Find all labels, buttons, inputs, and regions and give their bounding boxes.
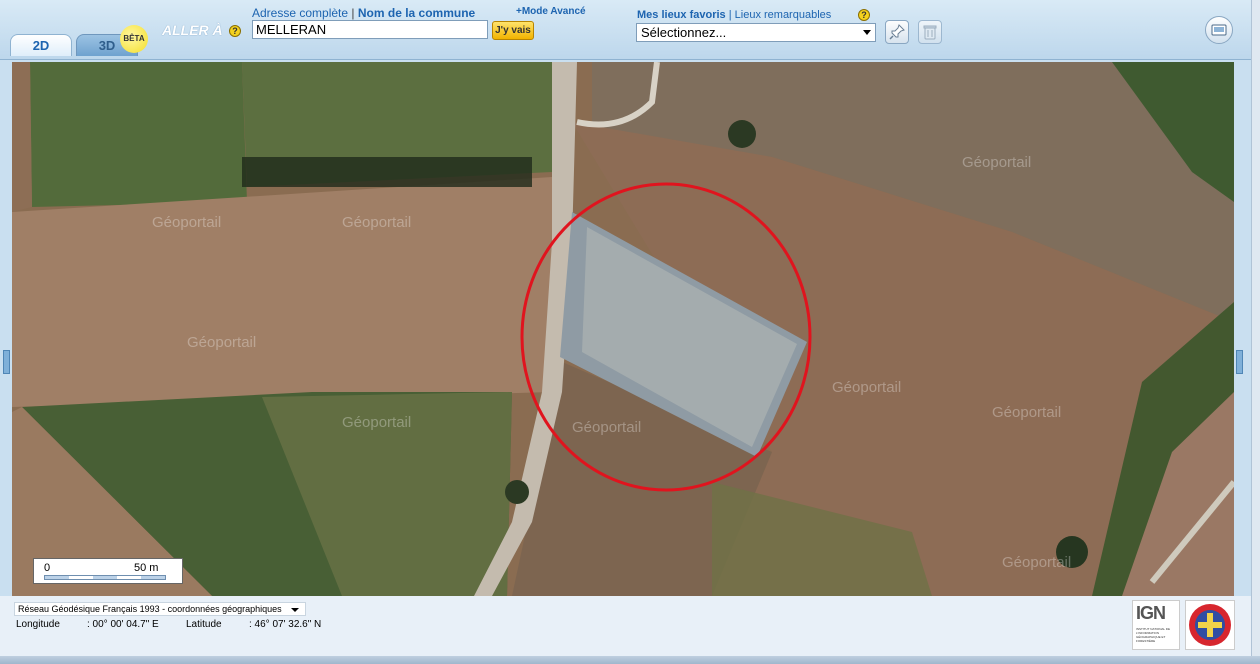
favorites-select[interactable]: Sélectionnez... bbox=[636, 23, 876, 42]
map-watermark: Géoportail bbox=[152, 214, 221, 231]
full-address-link[interactable]: Adresse complète bbox=[252, 6, 348, 20]
pin-icon bbox=[889, 24, 905, 40]
pin-button[interactable] bbox=[885, 20, 909, 44]
map-watermark: Géoportail bbox=[572, 419, 641, 436]
trash-button[interactable] bbox=[918, 20, 942, 44]
chevron-down-icon bbox=[291, 608, 299, 612]
latitude-label: Latitude bbox=[186, 619, 222, 630]
map-watermark: Géoportail bbox=[342, 414, 411, 431]
expand-left-panel-icon[interactable] bbox=[3, 350, 10, 374]
scale-end-label: 50 m bbox=[134, 562, 159, 574]
projection-select-value: Réseau Géodésique Français 1993 - coordo… bbox=[18, 604, 282, 614]
separator: | bbox=[351, 6, 355, 20]
window-bottom-edge bbox=[0, 656, 1260, 664]
remarkable-places-link[interactable]: Lieux remarquables bbox=[735, 9, 832, 21]
go-button[interactable]: J'y vais bbox=[492, 21, 534, 40]
print-icon bbox=[1211, 24, 1227, 36]
aerial-imagery: Géoportail Géoportail Géoportail Géoport… bbox=[12, 62, 1234, 596]
advanced-mode-link[interactable]: +Mode Avancé bbox=[516, 6, 586, 17]
aller-a-label: ALLER À bbox=[162, 22, 223, 38]
longitude-label: Longitude bbox=[16, 619, 60, 630]
separator: | bbox=[728, 9, 732, 21]
favorites-links: Mes lieux favoris | Lieux remarquables bbox=[637, 9, 831, 21]
top-toolbar: 2D 3D BÊTA ALLER À ? Adresse complète | … bbox=[0, 0, 1260, 60]
map-view[interactable]: Géoportail Géoportail Géoportail Géoport… bbox=[12, 62, 1234, 596]
address-mode-links: Adresse complète | Nom de la commune bbox=[252, 6, 475, 20]
search-input[interactable] bbox=[252, 20, 488, 39]
help-icon[interactable]: ? bbox=[229, 25, 241, 37]
map-watermark: Géoportail bbox=[187, 334, 256, 351]
my-favorites-link[interactable]: Mes lieux favoris bbox=[637, 9, 726, 21]
map-watermark: Géoportail bbox=[962, 154, 1031, 171]
longitude-value: : 00° 00' 04.7" E bbox=[87, 619, 159, 630]
page-scrollbar[interactable] bbox=[1251, 0, 1260, 656]
expand-right-panel-icon[interactable] bbox=[1236, 350, 1243, 374]
ign-logo-tagline: INSTITUT NATIONAL DE L'INFORMATION GÉOGR… bbox=[1136, 627, 1170, 643]
republic-emblem-logo[interactable] bbox=[1185, 600, 1235, 650]
beta-badge: BÊTA bbox=[120, 25, 148, 53]
map-scale: 0 50 m bbox=[33, 558, 183, 584]
scale-ruler bbox=[44, 575, 166, 580]
ign-logo[interactable]: IGN INSTITUT NATIONAL DE L'INFORMATION G… bbox=[1132, 600, 1180, 650]
projection-select[interactable]: Réseau Géodésique Français 1993 - coordo… bbox=[14, 602, 306, 616]
ign-logo-text: IGN bbox=[1136, 603, 1166, 623]
tab-2d[interactable]: 2D bbox=[10, 34, 72, 56]
favorites-select-value: Sélectionnez... bbox=[641, 25, 727, 40]
map-watermark: Géoportail bbox=[832, 379, 901, 396]
map-watermark: Géoportail bbox=[342, 214, 411, 231]
map-watermark: Géoportail bbox=[1002, 554, 1071, 571]
chevron-down-icon bbox=[863, 30, 871, 35]
help-icon[interactable]: ? bbox=[858, 9, 870, 21]
coordinates-footer: Réseau Géodésique Français 1993 - coordo… bbox=[0, 596, 1260, 664]
trash-icon bbox=[923, 25, 937, 40]
print-button[interactable] bbox=[1205, 16, 1233, 44]
geoportail-app: 2D 3D BÊTA ALLER À ? Adresse complète | … bbox=[0, 0, 1260, 664]
commune-name-link[interactable]: Nom de la commune bbox=[358, 6, 475, 20]
scale-start-label: 0 bbox=[44, 562, 51, 574]
map-watermark: Géoportail bbox=[992, 404, 1061, 421]
latitude-value: : 46° 07' 32.6" N bbox=[249, 619, 322, 630]
republic-emblem-icon bbox=[1189, 604, 1231, 646]
